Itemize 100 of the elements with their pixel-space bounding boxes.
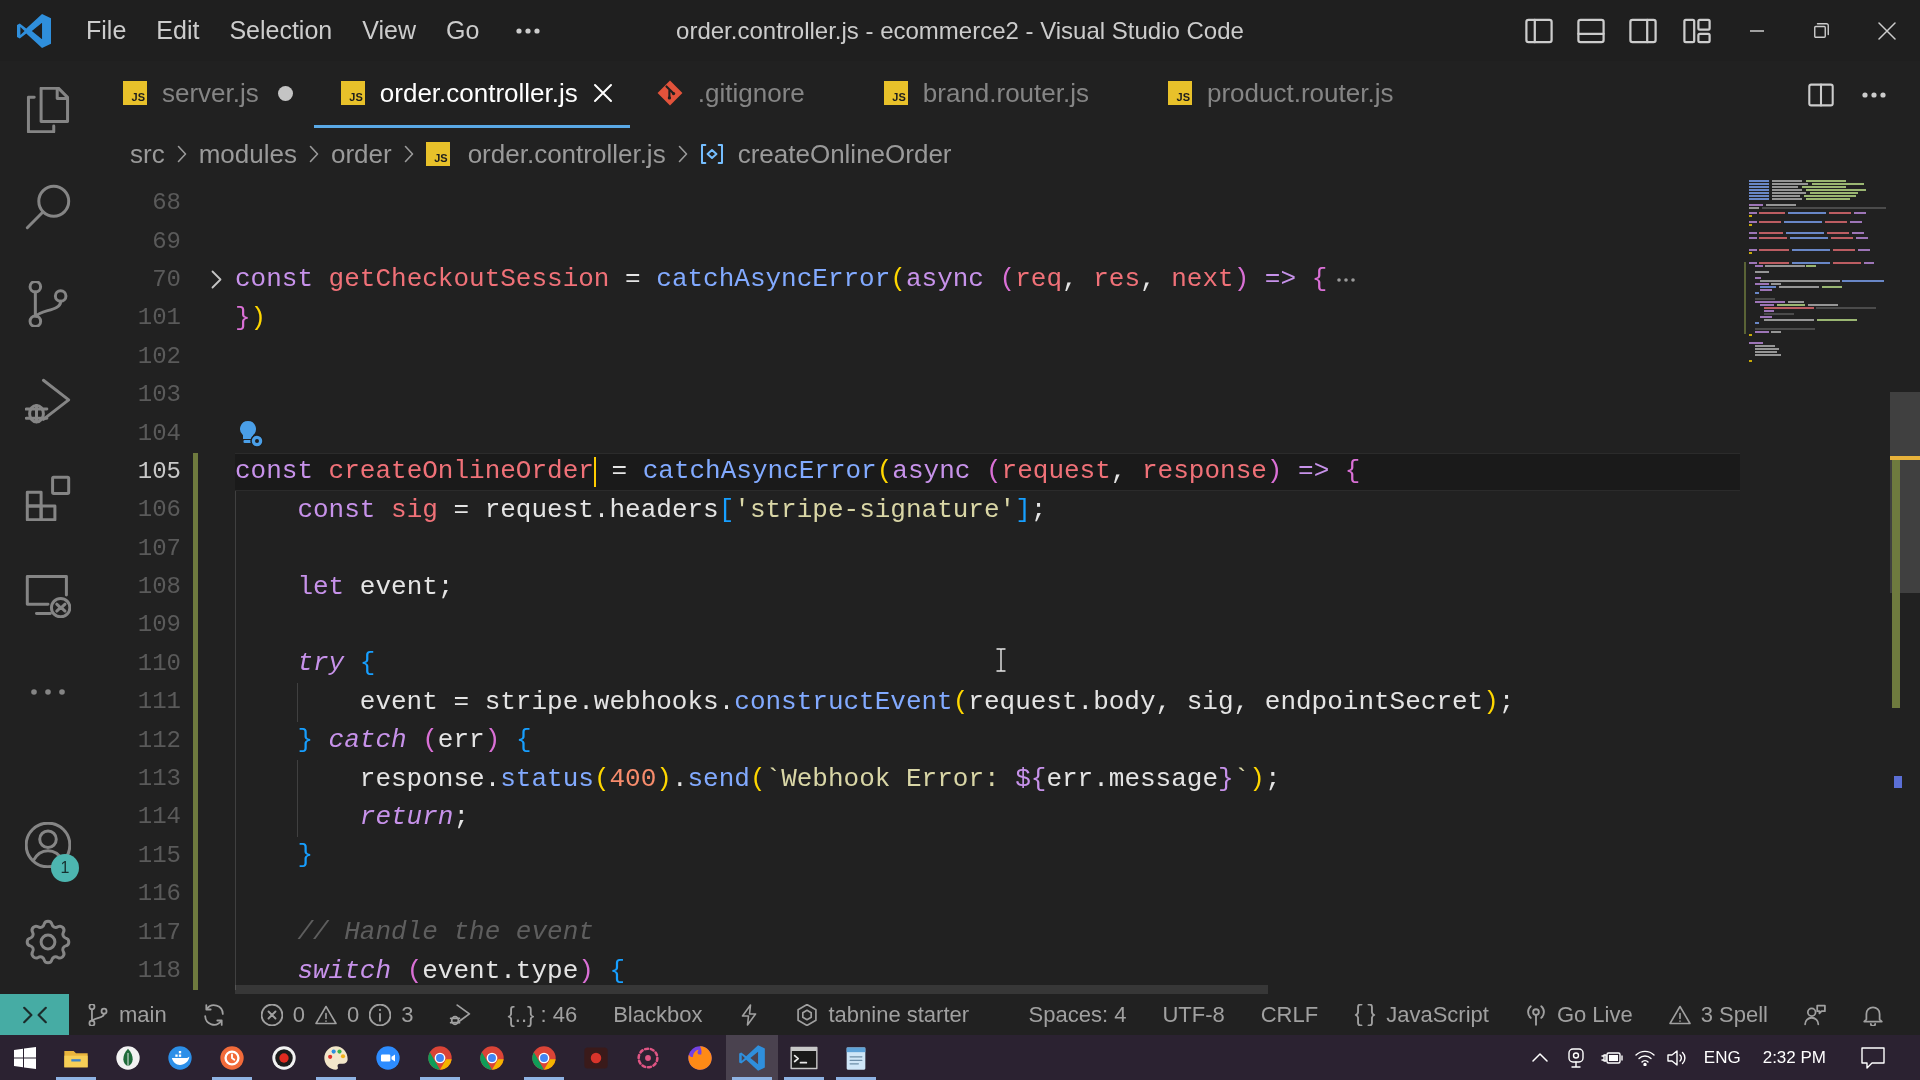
webcam-icon[interactable] xyxy=(1567,1047,1584,1068)
vscode-logo-icon xyxy=(738,1043,766,1072)
editor-tab[interactable]: JS product.router.js xyxy=(1141,61,1446,128)
line-number: 115 xyxy=(136,840,181,871)
menu-item[interactable]: File xyxy=(71,0,142,61)
brackets-icon xyxy=(699,144,724,164)
battery-plug-icon[interactable] xyxy=(1600,1050,1623,1065)
palette-icon xyxy=(322,1043,350,1072)
code-line: const getCheckoutSession = catchAsyncError(async (req, res, next) => { xyxy=(235,263,1328,297)
blocks-icon[interactable] xyxy=(25,474,71,521)
line-number: 69 xyxy=(151,226,181,257)
restore-icon[interactable] xyxy=(1814,23,1829,38)
breadcrumb-item[interactable]: modules xyxy=(198,134,297,174)
wifi-icon[interactable] xyxy=(1634,1049,1655,1066)
start-icon[interactable] xyxy=(14,1046,36,1069)
vertical-scrollbar[interactable] xyxy=(1890,392,1920,790)
line-number: 102 xyxy=(136,341,181,372)
files-icon[interactable] xyxy=(25,86,71,133)
window-title: order.controller.js - ecommerce2 - Visual Studio Code xyxy=(676,15,1244,46)
status-item[interactable]: {..} : 46 xyxy=(489,994,596,1035)
more-icon[interactable] xyxy=(516,27,541,34)
text-cursor xyxy=(593,456,596,487)
notification-icon[interactable] xyxy=(1861,1046,1885,1069)
line-number: 109 xyxy=(136,610,181,641)
sidebar-left-icon[interactable] xyxy=(1525,17,1553,44)
ellipsis-icon[interactable] xyxy=(1337,277,1356,282)
breadcrumb-item[interactable]: order xyxy=(330,134,392,174)
menu-item[interactable]: Edit xyxy=(141,0,215,61)
line-number: 68 xyxy=(151,188,181,219)
horizontal-scrollbar[interactable] xyxy=(235,985,1268,994)
breadcrumb-item[interactable]: src xyxy=(130,134,165,174)
more-icon[interactable] xyxy=(1862,91,1886,98)
breadcrumb-item[interactable]: createOnlineOrder xyxy=(699,134,952,174)
branch-icon xyxy=(87,1003,109,1026)
warning-icon xyxy=(1668,1003,1691,1026)
panel-bottom-icon[interactable] xyxy=(1577,17,1605,44)
person-speech-icon[interactable] xyxy=(1804,1003,1826,1026)
error-count[interactable]: 0 xyxy=(260,994,305,1035)
record-icon xyxy=(270,1043,298,1072)
layout-grid-icon[interactable] xyxy=(1683,17,1711,44)
browser-icon xyxy=(426,1043,454,1072)
line-number: 106 xyxy=(136,495,181,526)
status-item[interactable]: Go Live xyxy=(1506,994,1651,1035)
editor-tab[interactable]: .gitignore xyxy=(629,61,857,128)
editor-tab[interactable]: JS server.js xyxy=(96,61,314,128)
chevron-right-icon[interactable] xyxy=(211,270,222,290)
split-editor-icon[interactable] xyxy=(1808,81,1834,108)
swirl-circle-icon xyxy=(686,1043,714,1072)
speaker-icon[interactable] xyxy=(1666,1048,1687,1067)
line-number: 101 xyxy=(136,303,181,334)
menu-item[interactable]: View xyxy=(347,0,431,61)
line-number: 105 xyxy=(136,456,181,487)
info-icon xyxy=(369,1003,392,1026)
clock-time[interactable]: 2:32 PM xyxy=(1762,1044,1826,1071)
play-bug-icon[interactable] xyxy=(25,377,71,424)
code-line: = catchAsyncError(async (request, response) => { xyxy=(610,455,1361,489)
status-item[interactable]: Blackbox xyxy=(595,994,721,1035)
menu-item[interactable]: Go xyxy=(431,0,495,61)
clock-icon xyxy=(218,1043,246,1072)
breadcrumb-item[interactable]: JS order.controller.js xyxy=(425,134,666,174)
close-icon[interactable] xyxy=(1878,21,1896,40)
search-icon[interactable] xyxy=(25,183,71,230)
status-item[interactable]: UTF-8 xyxy=(1144,994,1243,1035)
remote-button[interactable] xyxy=(0,994,69,1035)
status-item[interactable]: tabnine starter xyxy=(778,994,988,1035)
sidebar-right-icon[interactable] xyxy=(1629,17,1657,44)
language-indicator[interactable]: ENG xyxy=(1703,1044,1741,1071)
info-count[interactable]: 3 xyxy=(369,994,414,1035)
ellipsis-icon[interactable] xyxy=(31,688,65,695)
status-item[interactable]: Spaces: 4 xyxy=(1010,994,1145,1035)
video-camera-icon xyxy=(374,1043,402,1072)
editor-tab[interactable]: JS order.controller.js xyxy=(313,61,630,128)
chevron-right-icon xyxy=(308,145,319,163)
line-number: 110 xyxy=(136,648,181,679)
file-type-badge: JS xyxy=(883,81,908,105)
sync-icon[interactable] xyxy=(202,1003,225,1026)
line-number: 70 xyxy=(151,264,181,295)
warning-count[interactable]: 0 xyxy=(314,994,360,1035)
browser-icon xyxy=(530,1043,558,1072)
editor-tab[interactable]: JS brand.router.js xyxy=(856,61,1141,128)
minimize-icon[interactable] xyxy=(1750,29,1764,32)
boat-icon xyxy=(166,1043,194,1072)
hexagon-icon xyxy=(796,1003,819,1026)
error-icon xyxy=(260,1003,283,1026)
status-item[interactable]: 3 Spell xyxy=(1650,994,1786,1035)
caret-up-icon[interactable] xyxy=(1531,1053,1548,1062)
code-line: response.status(400).send(`Webhook Error: ${err.message}`); xyxy=(359,762,1281,796)
code-line: switch (event.type) { xyxy=(297,954,626,988)
code-line: const createOnlineOrder xyxy=(235,455,594,489)
status-item[interactable]: JavaScript xyxy=(1336,994,1507,1035)
code-line: let event; xyxy=(297,570,454,604)
line-number: 114 xyxy=(136,802,181,833)
status-item[interactable]: main xyxy=(69,994,185,1035)
menu-item[interactable]: Selection xyxy=(214,0,348,61)
status-item[interactable]: CRLF xyxy=(1242,994,1337,1035)
line-number: 113 xyxy=(136,764,181,795)
settings-icon[interactable] xyxy=(25,918,71,965)
code-line: }) xyxy=(235,301,267,335)
chevron-right-icon xyxy=(677,145,688,163)
play-bug-icon[interactable] xyxy=(449,1003,472,1026)
